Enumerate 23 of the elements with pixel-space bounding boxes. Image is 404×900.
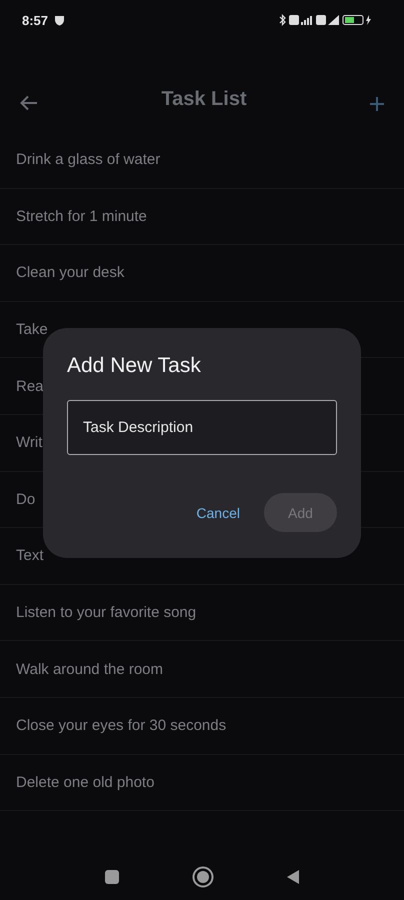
task-item[interactable]: Clean your desk (16, 264, 124, 282)
input-field[interactable]: Task Description (67, 400, 337, 455)
task-item[interactable]: Delete one old photo (16, 774, 154, 791)
shield-icon (54, 14, 66, 26)
task-item[interactable]: Rea (16, 378, 44, 395)
task-item[interactable]: Stretch for 1 minute (16, 208, 147, 225)
back-icon[interactable] (286, 869, 300, 885)
dialog-title: Add New Task (67, 354, 202, 378)
recents-icon[interactable] (104, 869, 120, 885)
cancel-button[interactable]: Cancel (192, 498, 244, 526)
status-time: 8:57 (22, 12, 48, 28)
home-icon[interactable] (192, 866, 214, 888)
task-item[interactable]: Writ (16, 434, 42, 452)
task-item[interactable]: Take (16, 321, 48, 338)
task-item[interactable]: Close your eyes for 30 seconds (16, 717, 226, 734)
task-item[interactable]: Listen to your favorite song (16, 604, 196, 622)
back-arrow-icon[interactable] (20, 95, 38, 111)
task-item[interactable]: Walk around the room (16, 660, 164, 678)
add-icon[interactable] (370, 97, 384, 111)
screen-title: Task List (161, 88, 247, 111)
task-item[interactable]: Text (16, 547, 44, 564)
task-item[interactable]: Drink a glass of water (16, 151, 160, 168)
task-item[interactable]: Do (16, 490, 36, 508)
